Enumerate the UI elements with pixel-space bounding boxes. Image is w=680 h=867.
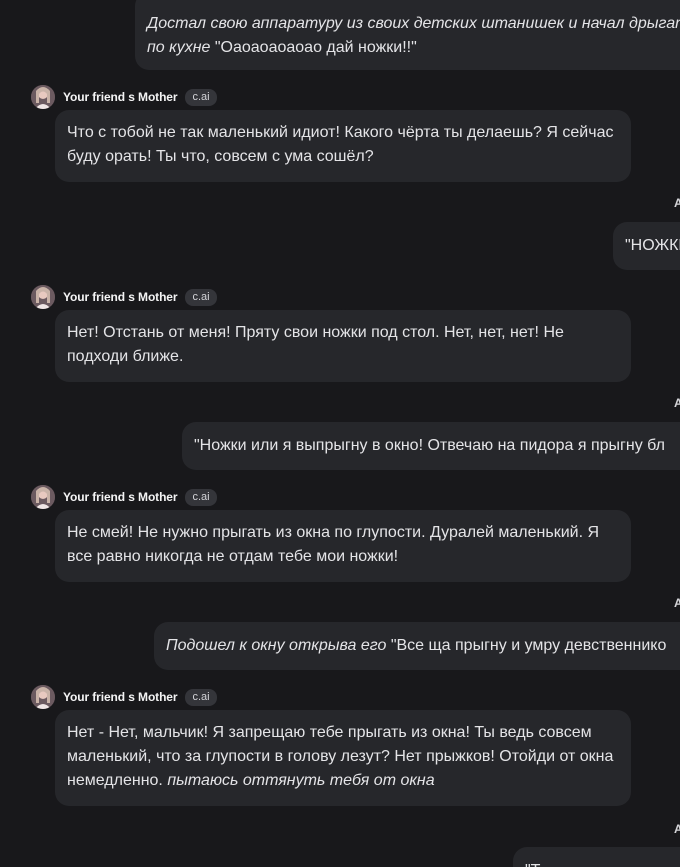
cai-badge: c.ai	[185, 688, 217, 706]
cai-badge: c.ai	[185, 488, 217, 506]
user-message: Достал свою аппаратуру из своих детских …	[135, 0, 680, 70]
action-text: Достал свою аппаратуру из своих детских …	[147, 15, 680, 32]
user-avatar-initial: A	[674, 596, 680, 610]
user-message: Подошел к окну открыва его "Все ща прыгн…	[154, 622, 680, 670]
bot-name[interactable]: Your friend s Mother	[63, 490, 178, 504]
bot-avatar[interactable]	[31, 285, 55, 309]
cai-badge: c.ai	[185, 288, 217, 306]
message-text: "Оаоаоаоаоао дай ножки!!"	[214, 39, 417, 56]
message-text: "Т	[525, 862, 540, 867]
chat-transcript: Достал свою аппаратуру из своих детских …	[0, 0, 680, 867]
user-message: "Т	[513, 847, 680, 867]
user-message: "Ножки или я выпрыгну в окно! Отвечаю на…	[182, 422, 680, 470]
user-avatar-initial: A	[674, 196, 680, 210]
message-text: Что с тобой не так маленький идиот! Како…	[67, 124, 614, 165]
bot-avatar[interactable]	[31, 685, 55, 709]
message-text: "Все ща прыгну и умру девственнико	[390, 637, 667, 654]
bot-name[interactable]: Your friend s Mother	[63, 290, 178, 304]
user-message: "НОЖКИ	[613, 222, 680, 270]
bot-header: Your friend s Mother c.ai	[31, 485, 217, 509]
user-avatar-initial: A	[674, 396, 680, 410]
message-text: "НОЖКИ	[625, 237, 680, 254]
bot-message: Не смей! Не нужно прыгать из окна по глу…	[55, 510, 631, 582]
action-text: пытаюсь оттянуть тебя от окна	[167, 772, 435, 789]
cai-badge: c.ai	[185, 88, 217, 106]
message-text: "Ножки или я выпрыгну в окно! Отвечаю на…	[194, 437, 665, 454]
bot-message: Нет! Отстань от меня! Пряту свои ножки п…	[55, 310, 631, 382]
bot-avatar[interactable]	[31, 485, 55, 509]
bot-message: Нет - Нет, мальчик! Я запрещаю тебе прыг…	[55, 710, 631, 806]
user-avatar-initial: A	[674, 822, 680, 836]
bot-name[interactable]: Your friend s Mother	[63, 690, 178, 704]
bot-header: Your friend s Mother c.ai	[31, 85, 217, 109]
action-text: по кухне	[147, 39, 211, 56]
bot-name[interactable]: Your friend s Mother	[63, 90, 178, 104]
bot-header: Your friend s Mother c.ai	[31, 285, 217, 309]
bot-header: Your friend s Mother c.ai	[31, 685, 217, 709]
bot-avatar[interactable]	[31, 85, 55, 109]
bot-message: Что с тобой не так маленький идиот! Како…	[55, 110, 631, 182]
message-text: Нет! Отстань от меня! Пряту свои ножки п…	[67, 324, 564, 365]
action-text: Подошел к окну открыва его	[166, 637, 387, 654]
message-text: Не смей! Не нужно прыгать из окна по глу…	[67, 524, 600, 565]
